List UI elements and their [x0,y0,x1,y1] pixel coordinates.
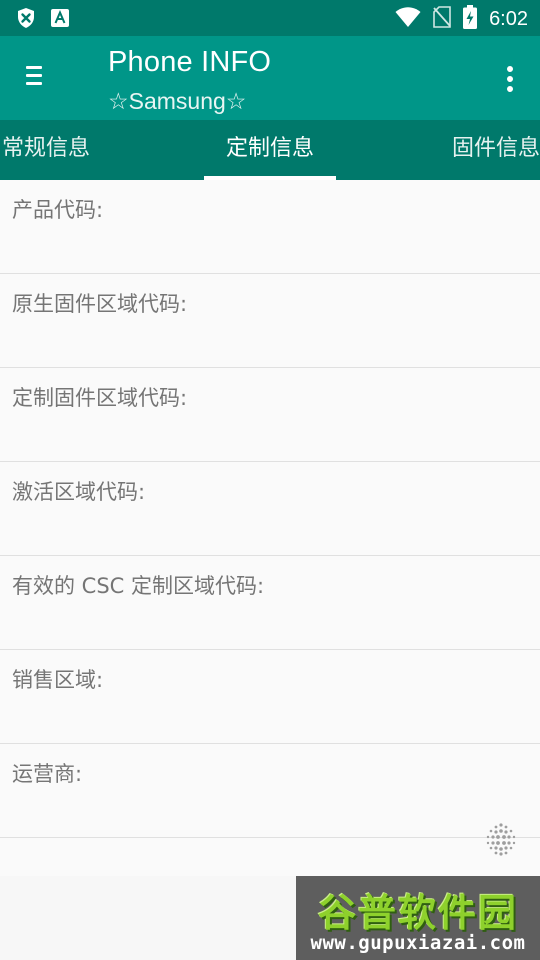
tab-custom-info[interactable]: 定制信息 [226,120,314,180]
field-label-valid-csc-region: 有效的 CSC 定制区域代码: [12,574,265,598]
font-a-icon [50,8,70,32]
field-label-sales-region: 销售区域: [12,668,104,692]
list-item: 激活区域代码: [0,462,540,556]
list-item: 有效的 CSC 定制区域代码: [0,556,540,650]
info-list: 产品代码: 原生固件区域代码: 定制固件区域代码: 激活区域代码: 有效的 CS… [0,180,540,838]
field-label-activation-region: 激活区域代码: [12,480,146,504]
list-item: 原生固件区域代码: [0,274,540,368]
watermark-url: www.gupuxiazai.com [310,932,526,954]
field-label-product-code: 产品代码: [12,198,104,222]
field-label-native-firmware-region: 原生固件区域代码: [12,292,188,316]
shield-x-icon [16,7,36,33]
list-item: 产品代码: [0,180,540,274]
list-item: 运营商: [0,744,540,838]
tab-general-info[interactable]: 常规信息 [2,120,90,180]
tab-bar: 常规信息 定制信息 固件信息 [0,120,540,180]
status-bar: 6:02 [0,0,540,36]
watermark-brand: 谷普软件园 [317,891,518,935]
list-item: 销售区域: [0,650,540,744]
loading-spinner-icon [484,822,518,856]
wifi-icon [395,6,421,32]
app-subtitle: ☆Samsung☆ [108,88,247,114]
no-sim-icon [433,6,451,32]
app-title: Phone INFO [108,46,272,78]
watermark-logo: 谷普软件园 www.gupuxiazai.com [296,876,540,960]
field-label-custom-firmware-region: 定制固件区域代码: [12,386,188,410]
field-label-carrier: 运营商: [12,762,83,786]
app-bar: Phone INFO ☆Samsung☆ [0,36,540,120]
menu-icon[interactable] [26,66,48,90]
tab-firmware-info[interactable]: 固件信息 [452,120,540,180]
battery-charging-icon [463,5,478,33]
list-item: 定制固件区域代码: [0,368,540,462]
clock: 6:02 [489,7,528,30]
more-options-icon[interactable] [506,66,514,92]
